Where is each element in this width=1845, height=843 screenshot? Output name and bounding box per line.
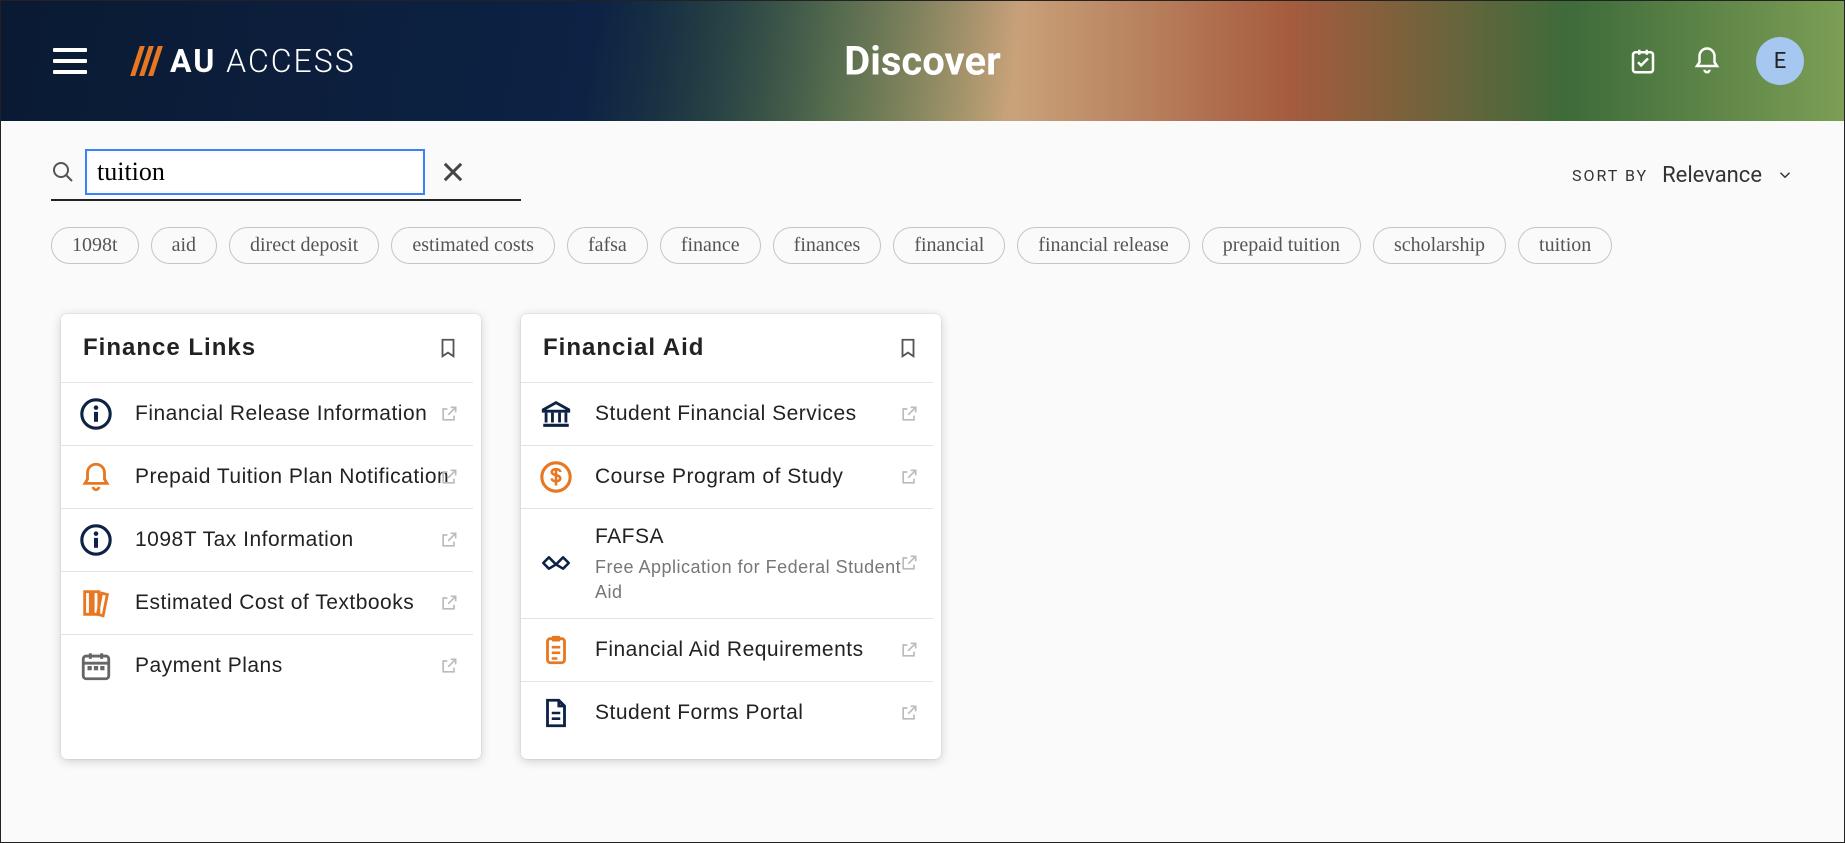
brand-text: AU ACCESS: [170, 42, 356, 80]
sort-control[interactable]: Sort by Relevance: [1572, 163, 1794, 188]
result-card: Financial Aid Student Financial Services C…: [521, 314, 941, 759]
user-avatar[interactable]: E: [1756, 37, 1804, 85]
brand-slashes-icon: [135, 46, 158, 76]
card-link-row[interactable]: Financial Aid Requirements: [521, 618, 933, 681]
notifications-icon[interactable]: [1692, 46, 1722, 76]
books-icon: [79, 586, 113, 620]
filter-chip[interactable]: fafsa: [567, 227, 648, 264]
filter-chip[interactable]: 1098t: [51, 227, 139, 264]
card-link-row[interactable]: 1098T Tax Information: [61, 508, 473, 571]
filter-chip[interactable]: finances: [773, 227, 882, 264]
filter-chip[interactable]: aid: [151, 227, 217, 264]
calendar-icon: [79, 649, 113, 683]
row-label: Prepaid Tuition Plan Notification: [135, 463, 455, 491]
external-link-icon: [439, 467, 459, 487]
row-label: Financial Aid Requirements: [595, 636, 915, 664]
card-body[interactable]: Financial Release Information Prepaid Tui…: [61, 382, 481, 759]
card-link-row[interactable]: Student Financial Services: [521, 382, 933, 445]
menu-button[interactable]: [53, 48, 87, 74]
card-link-row[interactable]: Student Forms Portal: [521, 681, 933, 744]
bell-icon: [79, 460, 113, 494]
app-header: AU ACCESS Discover E: [1, 1, 1844, 121]
brand-logo[interactable]: AU ACCESS: [135, 42, 356, 80]
filter-chip[interactable]: finance: [660, 227, 761, 264]
bank-icon: [539, 397, 573, 431]
dollar-icon: [539, 460, 573, 494]
result-card: Finance Links Financial Release Informati…: [61, 314, 481, 759]
external-link-icon: [899, 404, 919, 424]
external-link-icon: [899, 703, 919, 723]
external-link-icon: [899, 640, 919, 660]
page-title: Discover: [844, 38, 1001, 85]
row-label: FAFSAFree Application for Federal Studen…: [595, 523, 915, 604]
filter-chip[interactable]: scholarship: [1373, 227, 1506, 264]
external-link-icon: [439, 593, 459, 613]
info-icon: [79, 523, 113, 557]
search-bar: [51, 149, 521, 201]
external-link-icon: [899, 553, 919, 573]
card-title: Financial Aid: [543, 334, 704, 362]
filter-chip[interactable]: prepaid tuition: [1202, 227, 1361, 264]
card-link-row[interactable]: Payment Plans: [61, 634, 473, 697]
clipboard-icon: [539, 633, 573, 667]
row-label: Estimated Cost of Textbooks: [135, 589, 455, 617]
row-label: Student Forms Portal: [595, 699, 915, 727]
card-link-row[interactable]: Prepaid Tuition Plan Notification: [61, 445, 473, 508]
filter-chip[interactable]: tuition: [1518, 227, 1612, 264]
card-link-row[interactable]: Course Program of Study: [521, 445, 933, 508]
filter-chip[interactable]: financial: [893, 227, 1005, 264]
results-cards: Finance Links Financial Release Informati…: [1, 264, 1844, 809]
row-sublabel: Free Application for Federal Student Aid: [595, 555, 915, 604]
row-label: Student Financial Services: [595, 400, 915, 428]
card-body[interactable]: Student Financial Services Course Program…: [521, 382, 941, 759]
handshake-icon: [539, 546, 573, 580]
sort-value: Relevance: [1662, 163, 1762, 188]
card-link-row[interactable]: Estimated Cost of Textbooks: [61, 571, 473, 634]
row-label: Financial Release Information: [135, 400, 455, 428]
bookmark-icon[interactable]: [437, 335, 459, 361]
search-icon: [51, 160, 75, 184]
external-link-icon: [439, 530, 459, 550]
tasks-icon[interactable]: [1628, 46, 1658, 76]
filter-chip[interactable]: direct deposit: [229, 227, 379, 264]
filter-chips: 1098t aid direct deposit estimated costs faf…: [1, 201, 1844, 264]
row-label: Course Program of Study: [595, 463, 915, 491]
bookmark-icon[interactable]: [897, 335, 919, 361]
external-link-icon: [439, 404, 459, 424]
card-link-row[interactable]: FAFSAFree Application for Federal Studen…: [521, 508, 933, 618]
row-label: Payment Plans: [135, 652, 455, 680]
external-link-icon: [899, 467, 919, 487]
row-label: 1098T Tax Information: [135, 526, 455, 554]
filter-chip[interactable]: financial release: [1017, 227, 1189, 264]
chevron-down-icon: [1776, 166, 1794, 184]
doc-icon: [539, 696, 573, 730]
search-input[interactable]: [89, 153, 421, 191]
info-icon: [79, 397, 113, 431]
clear-search-button[interactable]: [439, 158, 467, 186]
external-link-icon: [439, 656, 459, 676]
card-title: Finance Links: [83, 334, 256, 362]
sort-label: Sort by: [1572, 166, 1648, 185]
card-link-row[interactable]: Financial Release Information: [61, 382, 473, 445]
filter-chip[interactable]: estimated costs: [391, 227, 555, 264]
